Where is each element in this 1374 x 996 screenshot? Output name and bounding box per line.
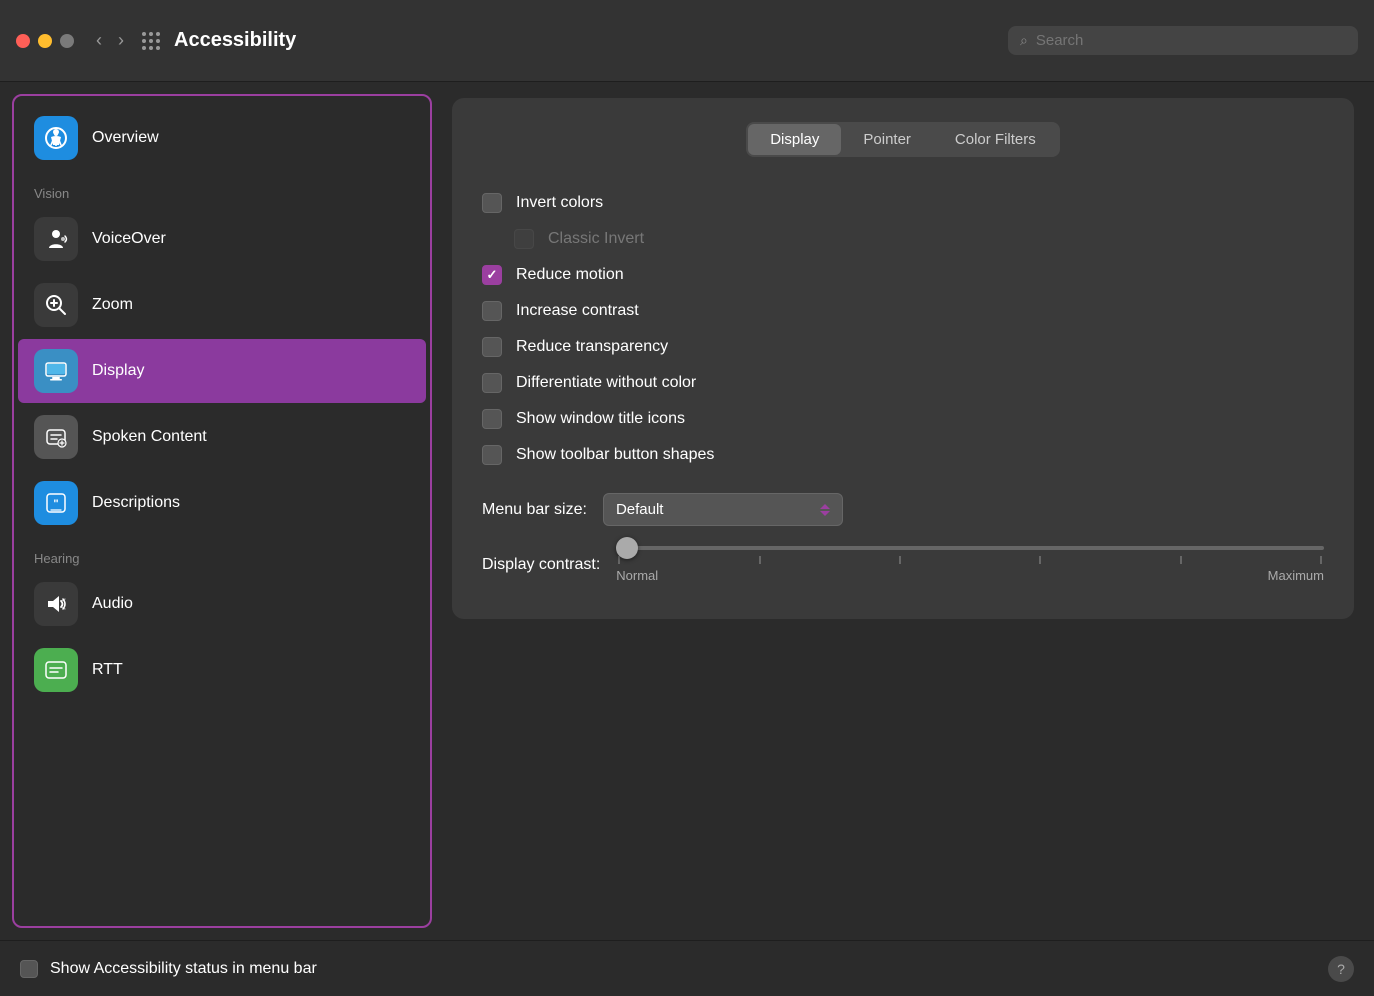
sidebar-item-audio[interactable]: Audio: [18, 572, 426, 636]
search-box[interactable]: ⌕: [1008, 26, 1358, 55]
close-button[interactable]: [16, 34, 30, 48]
back-button[interactable]: ‹: [90, 26, 108, 55]
sidebar-item-label-display: Display: [92, 362, 144, 380]
menu-bar-size-dropdown[interactable]: Default: [603, 493, 843, 526]
classic-invert-row: Classic Invert: [482, 221, 1324, 257]
display-contrast-label: Display contrast:: [482, 556, 600, 574]
bottom-left: Show Accessibility status in menu bar: [20, 960, 317, 978]
panel-card: Display Pointer Color Filters Invert col…: [452, 98, 1354, 619]
sidebar-item-label-rtt: RTT: [92, 661, 123, 679]
rtt-icon: [34, 648, 78, 692]
reduce-motion-checkbox[interactable]: [482, 265, 502, 285]
slider-maximum-label: Maximum: [1268, 568, 1324, 583]
status-label: Show Accessibility status in menu bar: [50, 960, 317, 978]
right-panel: Display Pointer Color Filters Invert col…: [432, 82, 1374, 940]
window-title: Accessibility: [174, 29, 1008, 52]
show-toolbar-label: Show toolbar button shapes: [516, 446, 714, 464]
sidebar: Overview Vision VoiceOver: [12, 94, 432, 928]
differentiate-row: Differentiate without color: [482, 365, 1324, 401]
sidebar-item-label-spoken: Spoken Content: [92, 428, 207, 446]
slider-labels: Normal Maximum: [616, 568, 1324, 583]
grid-icon[interactable]: [142, 32, 160, 50]
sidebar-item-label-voiceover: VoiceOver: [92, 230, 166, 248]
status-checkbox[interactable]: [20, 960, 38, 978]
tab-color-filters[interactable]: Color Filters: [933, 124, 1058, 155]
menu-bar-size-label: Menu bar size:: [482, 501, 587, 519]
differentiate-label: Differentiate without color: [516, 374, 696, 392]
search-input[interactable]: [1036, 32, 1346, 49]
dropdown-arrow-icon: [820, 504, 830, 516]
differentiate-checkbox[interactable]: [482, 373, 502, 393]
sidebar-item-voiceover[interactable]: VoiceOver: [18, 207, 426, 271]
voiceover-icon: [34, 217, 78, 261]
show-window-label: Show window title icons: [516, 410, 685, 428]
reduce-motion-row: Reduce motion: [482, 257, 1324, 293]
sidebar-section-hearing: Hearing: [14, 537, 430, 570]
show-toolbar-row: Show toolbar button shapes: [482, 437, 1324, 473]
menu-bar-size-value: Default: [616, 501, 664, 518]
svg-text:": ": [53, 498, 58, 510]
reduce-transparency-checkbox[interactable]: [482, 337, 502, 357]
slider-track: [616, 546, 1324, 550]
increase-contrast-label: Increase contrast: [516, 302, 639, 320]
menu-bar-size-group: Menu bar size: Default: [482, 493, 1324, 526]
titlebar: ‹ › Accessibility ⌕: [0, 0, 1374, 82]
invert-colors-checkbox[interactable]: [482, 193, 502, 213]
tab-pointer[interactable]: Pointer: [841, 124, 933, 155]
nav-arrows: ‹ ›: [90, 26, 130, 55]
reduce-transparency-label: Reduce transparency: [516, 338, 668, 356]
sidebar-item-descriptions[interactable]: " Descriptions: [18, 471, 426, 535]
tabs: Display Pointer Color Filters: [482, 122, 1324, 157]
bottom-bar: Show Accessibility status in menu bar ?: [0, 940, 1374, 996]
sidebar-item-rtt[interactable]: RTT: [18, 638, 426, 702]
tab-group: Display Pointer Color Filters: [746, 122, 1060, 157]
reduce-motion-label: Reduce motion: [516, 266, 624, 284]
increase-contrast-row: Increase contrast: [482, 293, 1324, 329]
show-window-checkbox[interactable]: [482, 409, 502, 429]
invert-colors-label: Invert colors: [516, 194, 603, 212]
descriptions-icon: ": [34, 481, 78, 525]
minimize-button[interactable]: [38, 34, 52, 48]
sidebar-item-label-descriptions: Descriptions: [92, 494, 180, 512]
help-button[interactable]: ?: [1328, 956, 1354, 982]
sidebar-item-zoom[interactable]: Zoom: [18, 273, 426, 337]
classic-invert-label: Classic Invert: [548, 230, 644, 248]
show-window-row: Show window title icons: [482, 401, 1324, 437]
forward-button[interactable]: ›: [112, 26, 130, 55]
sidebar-section-vision: Vision: [14, 172, 430, 205]
show-toolbar-checkbox[interactable]: [482, 445, 502, 465]
sidebar-item-overview[interactable]: Overview: [18, 106, 426, 170]
audio-icon: [34, 582, 78, 626]
maximize-button[interactable]: [60, 34, 74, 48]
sidebar-item-label-overview: Overview: [92, 129, 159, 147]
reduce-transparency-row: Reduce transparency: [482, 329, 1324, 365]
display-contrast-slider-container: Normal Maximum: [616, 546, 1324, 583]
display-contrast-group: Display contrast: Normal: [482, 546, 1324, 583]
sidebar-item-spoken-content[interactable]: Spoken Content: [18, 405, 426, 469]
window-controls: [16, 34, 74, 48]
increase-contrast-checkbox[interactable]: [482, 301, 502, 321]
zoom-icon: [34, 283, 78, 327]
tab-display[interactable]: Display: [748, 124, 841, 155]
sidebar-item-display[interactable]: Display: [18, 339, 426, 403]
display-icon: [34, 349, 78, 393]
slider-normal-label: Normal: [616, 568, 658, 583]
sidebar-item-label-zoom: Zoom: [92, 296, 133, 314]
overview-icon: [34, 116, 78, 160]
invert-colors-row: Invert colors: [482, 185, 1324, 221]
search-icon: ⌕: [1020, 32, 1028, 49]
main-content: Overview Vision VoiceOver: [0, 82, 1374, 940]
slider-ticks: [616, 556, 1324, 564]
spoken-content-icon: [34, 415, 78, 459]
sidebar-item-label-audio: Audio: [92, 595, 133, 613]
classic-invert-checkbox[interactable]: [514, 229, 534, 249]
